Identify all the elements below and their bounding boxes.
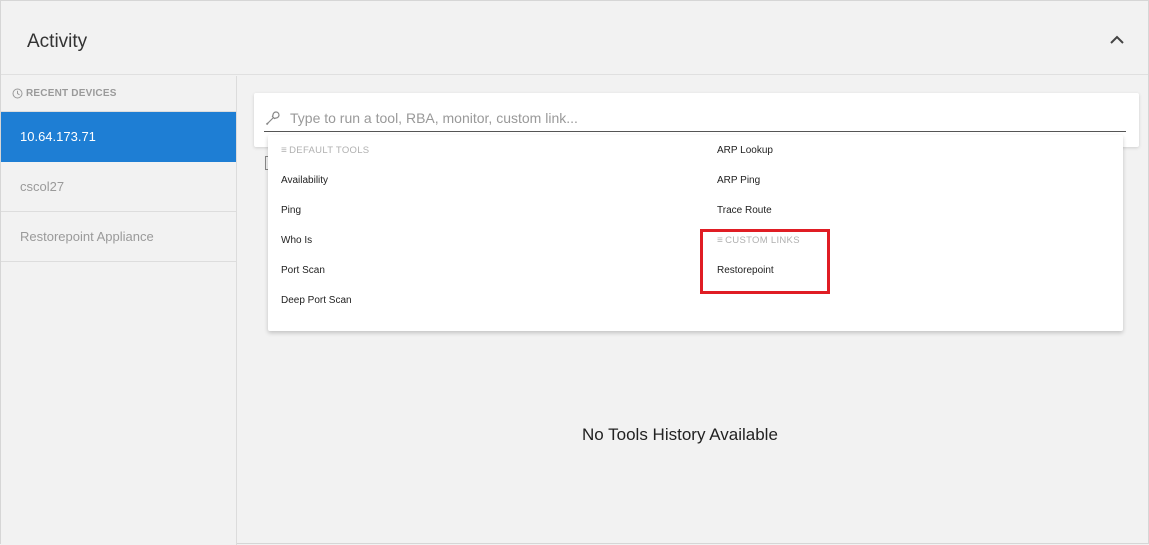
custom-links-heading: ≡ CUSTOM LINKS — [705, 225, 1123, 255]
panel-header: Activity — [1, 1, 1148, 75]
chevron-up-icon — [1110, 35, 1124, 44]
recent-devices-label: RECENT DEVICES — [26, 88, 117, 99]
tool-item-trace-route[interactable]: Trace Route — [705, 195, 1123, 225]
dropdown-column-left: ≡ DEFAULT TOOLS Availability Ping Who Is… — [268, 135, 696, 315]
device-item-restorepoint-appliance[interactable]: Restorepoint Appliance — [1, 212, 236, 262]
hamburger-icon: ≡ — [717, 234, 724, 246]
default-tools-label: DEFAULT TOOLS — [289, 144, 370, 156]
tool-item-ping[interactable]: Ping — [268, 195, 696, 225]
tool-search-input[interactable] — [290, 107, 1090, 129]
clock-icon — [12, 88, 23, 99]
search-underline — [264, 131, 1126, 132]
tool-item-arp-lookup[interactable]: ARP Lookup — [705, 135, 1123, 165]
custom-links-label: CUSTOM LINKS — [725, 234, 800, 246]
tool-item-port-scan[interactable]: Port Scan — [268, 255, 696, 285]
dropdown-column-right: ARP Lookup ARP Ping Trace Route ≡ CUSTOM… — [705, 135, 1123, 285]
default-tools-heading: ≡ DEFAULT TOOLS — [268, 135, 696, 165]
device-item-10-64-173-71[interactable]: 10.64.173.71 — [1, 112, 236, 162]
empty-history-message: No Tools History Available — [582, 425, 778, 444]
custom-link-restorepoint[interactable]: Restorepoint — [705, 255, 1123, 285]
tool-item-arp-ping[interactable]: ARP Ping — [705, 165, 1123, 195]
wrench-icon — [264, 109, 282, 127]
tool-item-availability[interactable]: Availability — [268, 165, 696, 195]
device-item-cscol27[interactable]: cscol27 — [1, 162, 236, 212]
device-label: 10.64.173.71 — [20, 129, 96, 144]
tool-item-deep-port-scan[interactable]: Deep Port Scan — [268, 285, 696, 315]
panel-title: Activity — [27, 31, 88, 52]
hamburger-icon: ≡ — [281, 144, 288, 156]
tool-item-who-is[interactable]: Who Is — [268, 225, 696, 255]
recent-devices-heading: RECENT DEVICES — [1, 76, 236, 112]
device-label: Restorepoint Appliance — [20, 229, 154, 244]
activity-panel: Activity RECENT DEVICES 10.64.173.71 csc… — [0, 0, 1149, 545]
collapse-button[interactable] — [1108, 31, 1126, 49]
recent-devices-sidebar: RECENT DEVICES 10.64.173.71 cscol27 Rest… — [1, 76, 237, 545]
device-label: cscol27 — [20, 179, 65, 194]
tool-suggestions-dropdown: ≡ DEFAULT TOOLS Availability Ping Who Is… — [268, 135, 1123, 331]
